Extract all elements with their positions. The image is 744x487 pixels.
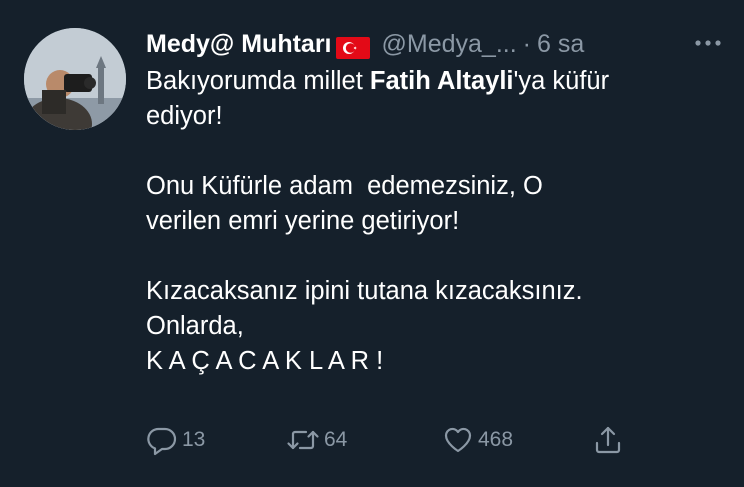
turkey-flag-icon [335, 33, 370, 59]
tweet-text-segment: 'ya küfür [513, 67, 610, 95]
mentioned-name: Fatih Altayli [369, 67, 514, 95]
tweet-line: Kızacaksanız ipini tutana kızacaksınız. [146, 277, 583, 305]
more-dots-icon[interactable] [688, 28, 728, 58]
handle[interactable]: @Medya_... [382, 26, 517, 62]
share-button[interactable] [592, 420, 624, 460]
tweet-line: Onlarda, [146, 312, 244, 340]
retweet-button[interactable]: 64 [286, 420, 347, 460]
retweet-icon [286, 424, 320, 456]
display-name[interactable]: Medy@ Muhtarı [146, 26, 332, 62]
tweet-text: Bakıyorumda millet Fatih Altayli'ya küfü… [146, 64, 726, 379]
reply-button[interactable]: 13 [146, 420, 205, 460]
tweet-line: Onu Küfürle adam edemezsiniz, O [146, 172, 543, 200]
tweet-text-segment: Bakıyorumda millet [146, 67, 370, 95]
tweet-header: Medy@ Muhtarı @Medya_... · 6 sa [146, 26, 726, 62]
like-button[interactable]: 468 [442, 420, 513, 460]
tweet-card[interactable]: Medy@ Muhtarı @Medya_... · 6 sa Bakıyoru… [0, 0, 744, 487]
tweet-line: ediyor! [146, 102, 223, 130]
timestamp[interactable]: 6 sa [537, 26, 584, 62]
like-count: 468 [478, 428, 514, 451]
reply-count: 13 [182, 428, 206, 451]
reply-icon [146, 424, 178, 456]
action-bar: 13 64 468 [146, 420, 646, 460]
heart-icon [442, 424, 474, 456]
tweet-line: Bakıyorumda millet Fatih Altayli'ya küfü… [146, 64, 726, 99]
share-icon [592, 424, 624, 456]
tweet-line: K A Ç A C A K L A R ! [146, 347, 384, 375]
separator-dot: · [522, 30, 531, 58]
tweet-line: verilen emri yerine getiriyor! [146, 207, 460, 235]
retweet-count: 64 [324, 428, 348, 451]
avatar[interactable] [24, 28, 126, 130]
